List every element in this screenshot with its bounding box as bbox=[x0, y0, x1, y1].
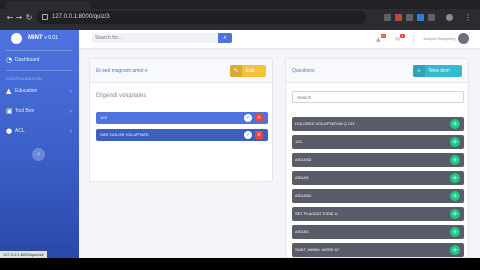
question-text: Eligendi voluptates bbox=[96, 93, 147, 99]
avatar[interactable] bbox=[458, 33, 469, 44]
sidebar-item-label: Dashboard bbox=[15, 57, 40, 63]
extension-icon[interactable] bbox=[428, 14, 435, 21]
chevron-right-icon: › bbox=[69, 128, 72, 135]
reload-icon[interactable]: ↻ bbox=[25, 14, 33, 22]
sidebar-item-label: Tool Box bbox=[15, 108, 35, 114]
question-item[interactable]: ASDASD + bbox=[292, 189, 464, 203]
question-item[interactable]: ASDAS + bbox=[292, 171, 464, 185]
address-url[interactable]: 127.0.0.1:8000/quiz/3 bbox=[52, 13, 110, 22]
question-item[interactable]: DOLORES VOLUPTATUM Q 123 + bbox=[292, 117, 464, 131]
add-icon[interactable]: + bbox=[450, 209, 460, 219]
brand[interactable]: MINT v 0.01 bbox=[10, 32, 79, 46]
topbar: ⌕ ▲ 3+ ✉ 7 Joseph Humphrey bbox=[79, 30, 480, 48]
sidebar-item-dashboard[interactable]: ◔ Dashboard bbox=[6, 55, 76, 67]
users-icon: ● bbox=[6, 127, 13, 135]
quiz-card: Et sed magnam amet e ✎ Edit Eligendi vol… bbox=[89, 58, 273, 182]
graduation-icon: ▲ bbox=[6, 87, 12, 95]
sidebar-divider bbox=[6, 50, 72, 51]
question-item[interactable]: 123 + bbox=[292, 135, 464, 149]
brand-name: MINT v 0.01 bbox=[28, 35, 58, 41]
gauge-icon: ◔ bbox=[6, 56, 13, 64]
add-icon[interactable]: + bbox=[450, 227, 460, 237]
question-item[interactable]: ASDAS + bbox=[292, 225, 464, 239]
chevron-right-icon: › bbox=[69, 108, 72, 115]
delete-icon[interactable]: × bbox=[255, 131, 263, 139]
quiz-title: Et sed magnam amet e bbox=[96, 68, 148, 74]
forward-icon[interactable]: → bbox=[15, 14, 23, 22]
check-icon[interactable]: ✓ bbox=[244, 114, 252, 122]
add-icon[interactable]: + bbox=[450, 155, 460, 165]
question-label: SET PLACEAT ESSE U bbox=[295, 211, 338, 216]
question-label: ASDASD bbox=[295, 193, 312, 198]
add-icon[interactable]: + bbox=[450, 137, 460, 147]
questions-card: Questions + New item DOLORES VOLUPTATUM … bbox=[285, 58, 469, 258]
question-item[interactable]: SUNT, MINIM, MORE AT + bbox=[292, 243, 464, 257]
browser-chrome: ← → ↻ 127.0.0.1:8000/quiz/3 ⋮ bbox=[0, 0, 480, 30]
add-icon[interactable]: + bbox=[450, 173, 460, 183]
answer-option-label: 123 bbox=[100, 115, 107, 120]
topbar-divider bbox=[413, 34, 414, 44]
sidebar-toggle-button[interactable]: ‹ bbox=[32, 148, 45, 161]
questions-title: Questions bbox=[292, 68, 315, 74]
browser-tab[interactable] bbox=[6, 1, 90, 9]
sidebar-item-education[interactable]: ▲ Education › bbox=[6, 86, 76, 98]
brand-version: v 0.01 bbox=[44, 35, 58, 41]
sidebar-divider bbox=[6, 70, 72, 71]
question-item[interactable]: SET PLACEAT ESSE U + bbox=[292, 207, 464, 221]
questions-card-header: Questions + New item bbox=[286, 59, 468, 83]
toolbox-icon: ▣ bbox=[6, 107, 13, 115]
question-item[interactable]: ASDASD + bbox=[292, 153, 464, 167]
questions-search-input[interactable] bbox=[292, 91, 464, 103]
extension-icon[interactable] bbox=[384, 14, 391, 21]
status-url: 127.0.0.1:8000/quiz/## bbox=[0, 251, 47, 258]
question-label: ASDASD bbox=[295, 157, 312, 162]
edit-button[interactable]: ✎ Edit bbox=[230, 65, 266, 77]
delete-icon[interactable]: × bbox=[255, 114, 263, 122]
address-bar[interactable]: 127.0.0.1:8000/quiz/3 bbox=[36, 11, 366, 24]
edit-button-label: Edit bbox=[246, 68, 255, 74]
messages-badge: 7 bbox=[400, 34, 405, 38]
quiz-card-header: Et sed magnam amet e ✎ Edit bbox=[90, 59, 272, 83]
profile-icon[interactable] bbox=[446, 14, 453, 21]
search-button[interactable]: ⌕ bbox=[218, 33, 232, 43]
new-item-button-label: New item bbox=[429, 68, 450, 74]
chevron-right-icon: › bbox=[69, 88, 72, 95]
question-label: DOLORES VOLUPTATUM Q 123 bbox=[295, 121, 355, 126]
add-icon[interactable]: + bbox=[450, 119, 460, 129]
sidebar: MINT v 0.01 ◔ Dashboard CONFIGURATION ▲ … bbox=[0, 30, 79, 258]
lock-icon bbox=[42, 14, 48, 20]
user-name[interactable]: Joseph Humphrey bbox=[423, 36, 455, 41]
question-label: 123 bbox=[295, 139, 302, 144]
back-icon[interactable]: ← bbox=[6, 14, 14, 22]
answer-option-label: SINT DOLOR VOLUPTATE bbox=[100, 132, 149, 137]
sidebar-item-acl[interactable]: ● ACL › bbox=[6, 126, 76, 138]
question-label: ASDAS bbox=[295, 229, 309, 234]
sidebar-heading: CONFIGURATION bbox=[6, 76, 42, 81]
question-label: SUNT, MINIM, MORE AT bbox=[295, 247, 340, 252]
alerts-badge: 3+ bbox=[381, 34, 386, 38]
browser-menu-icon[interactable]: ⋮ bbox=[464, 14, 472, 22]
extension-icon[interactable] bbox=[395, 14, 402, 21]
answer-option[interactable]: 123 ✓ × bbox=[96, 112, 268, 124]
plus-icon: + bbox=[413, 65, 425, 77]
new-item-button[interactable]: + New item bbox=[413, 65, 462, 77]
pencil-icon: ✎ bbox=[230, 65, 242, 77]
extension-icon[interactable] bbox=[417, 14, 424, 21]
tab-strip bbox=[0, 0, 480, 9]
sidebar-item-label: Education bbox=[15, 88, 38, 94]
add-icon[interactable]: + bbox=[450, 191, 460, 201]
sidebar-item-toolbox[interactable]: ▣ Tool Box › bbox=[6, 106, 76, 118]
check-icon[interactable]: ✓ bbox=[244, 131, 252, 139]
answer-option[interactable]: SINT DOLOR VOLUPTATE ✓ × bbox=[96, 129, 268, 141]
sidebar-item-label: ACL bbox=[15, 128, 25, 134]
search-icon: ⌕ bbox=[223, 34, 227, 41]
extension-icon[interactable] bbox=[406, 14, 413, 21]
screen: ← → ↻ 127.0.0.1:8000/quiz/3 ⋮ MINT v 0.0… bbox=[0, 0, 480, 270]
question-label: ASDAS bbox=[295, 175, 309, 180]
brand-logo-icon bbox=[11, 33, 22, 44]
add-icon[interactable]: + bbox=[450, 245, 460, 255]
app: MINT v 0.01 ◔ Dashboard CONFIGURATION ▲ … bbox=[0, 30, 480, 258]
search-input[interactable] bbox=[92, 33, 218, 43]
brand-title: MINT bbox=[28, 35, 43, 41]
